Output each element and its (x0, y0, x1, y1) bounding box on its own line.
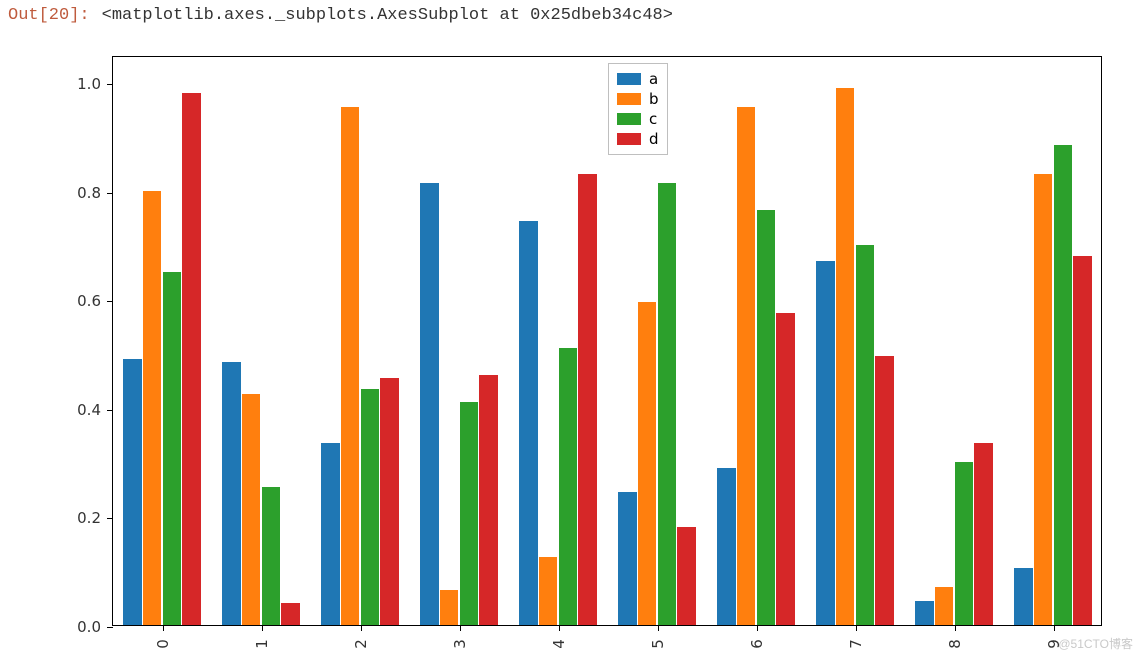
output-repr: <matplotlib.axes._subplots.AxesSubplot a… (102, 6, 673, 25)
output-prompt: Out[20]: (8, 6, 90, 25)
xtick-mark (1054, 625, 1055, 631)
xtick-label: 4 (550, 639, 568, 649)
ytick-label: 0.0 (63, 618, 101, 636)
bar-a-2 (321, 443, 340, 625)
xtick-label: 2 (352, 639, 370, 649)
ytick-label: 1.0 (63, 75, 101, 93)
bar-c-8 (955, 462, 974, 625)
bar-d-1 (281, 603, 300, 625)
legend-swatch (617, 93, 641, 105)
xtick-label: 1 (253, 639, 271, 649)
bar-b-8 (935, 587, 954, 625)
bar-d-9 (1073, 256, 1092, 625)
legend-label: d (649, 129, 659, 149)
bar-c-6 (757, 210, 776, 625)
ytick-mark (107, 518, 113, 519)
legend-item-b: b (617, 89, 659, 109)
bar-d-5 (677, 527, 696, 625)
bar-d-2 (380, 378, 399, 625)
xtick-label: 0 (154, 639, 172, 649)
notebook-output-row: Out[20]: <matplotlib.axes._subplots.Axes… (0, 0, 1143, 25)
bar-b-5 (638, 302, 657, 625)
bar-b-7 (836, 88, 855, 625)
legend-item-d: d (617, 129, 659, 149)
bar-a-1 (222, 362, 241, 625)
ytick-label: 0.6 (63, 292, 101, 310)
xtick-mark (361, 625, 362, 631)
bar-c-5 (658, 183, 677, 625)
bar-b-9 (1034, 174, 1053, 625)
ytick-mark (107, 627, 113, 628)
legend-label: b (649, 89, 659, 109)
bar-a-8 (915, 601, 934, 625)
xtick-mark (559, 625, 560, 631)
bar-d-8 (974, 443, 993, 625)
xtick-mark (460, 625, 461, 631)
xtick-mark (163, 625, 164, 631)
bar-a-7 (816, 261, 835, 625)
bar-a-3 (420, 183, 439, 625)
legend-label: c (649, 109, 657, 129)
bar-b-6 (737, 107, 756, 625)
legend-item-a: a (617, 69, 659, 89)
legend-item-c: c (617, 109, 659, 129)
bar-b-2 (341, 107, 360, 625)
bar-a-0 (123, 359, 142, 625)
ytick-label: 0.2 (63, 509, 101, 527)
ytick-label: 0.8 (63, 184, 101, 202)
bar-b-4 (539, 557, 558, 625)
bar-a-5 (618, 492, 637, 625)
xtick-mark (658, 625, 659, 631)
bar-c-0 (163, 272, 182, 625)
bar-d-4 (578, 174, 597, 625)
bar-a-9 (1014, 568, 1033, 625)
bar-c-3 (460, 402, 479, 625)
legend-swatch (617, 133, 641, 145)
bar-c-4 (559, 348, 578, 625)
legend-swatch (617, 113, 641, 125)
xtick-label: 8 (946, 639, 964, 649)
xtick-mark (955, 625, 956, 631)
bar-d-3 (479, 375, 498, 625)
xtick-label: 3 (451, 639, 469, 649)
bar-c-7 (856, 245, 875, 625)
chart-axes: 0.00.20.40.60.81.0 0123456789 abcd (112, 56, 1102, 626)
ytick-mark (107, 193, 113, 194)
bar-d-6 (776, 313, 795, 625)
watermark: @51CTO博客 (1058, 635, 1133, 652)
bar-b-3 (440, 590, 459, 625)
bar-a-4 (519, 221, 538, 625)
bar-d-7 (875, 356, 894, 625)
bar-c-1 (262, 487, 281, 625)
bar-b-0 (143, 191, 162, 625)
xtick-label: 7 (847, 639, 865, 649)
ytick-label: 0.4 (63, 401, 101, 419)
xtick-mark (757, 625, 758, 631)
xtick-label: 6 (748, 639, 766, 649)
ytick-mark (107, 410, 113, 411)
xtick-mark (262, 625, 263, 631)
bar-a-6 (717, 468, 736, 625)
xtick-label: 5 (649, 639, 667, 649)
bar-c-9 (1054, 145, 1073, 625)
ytick-mark (107, 84, 113, 85)
xtick-mark (856, 625, 857, 631)
legend-swatch (617, 73, 641, 85)
legend: abcd (608, 63, 668, 155)
bars-container (113, 57, 1101, 625)
legend-label: a (649, 69, 658, 89)
bar-b-1 (242, 394, 261, 625)
bar-c-2 (361, 389, 380, 625)
bar-d-0 (182, 93, 201, 625)
ytick-mark (107, 301, 113, 302)
